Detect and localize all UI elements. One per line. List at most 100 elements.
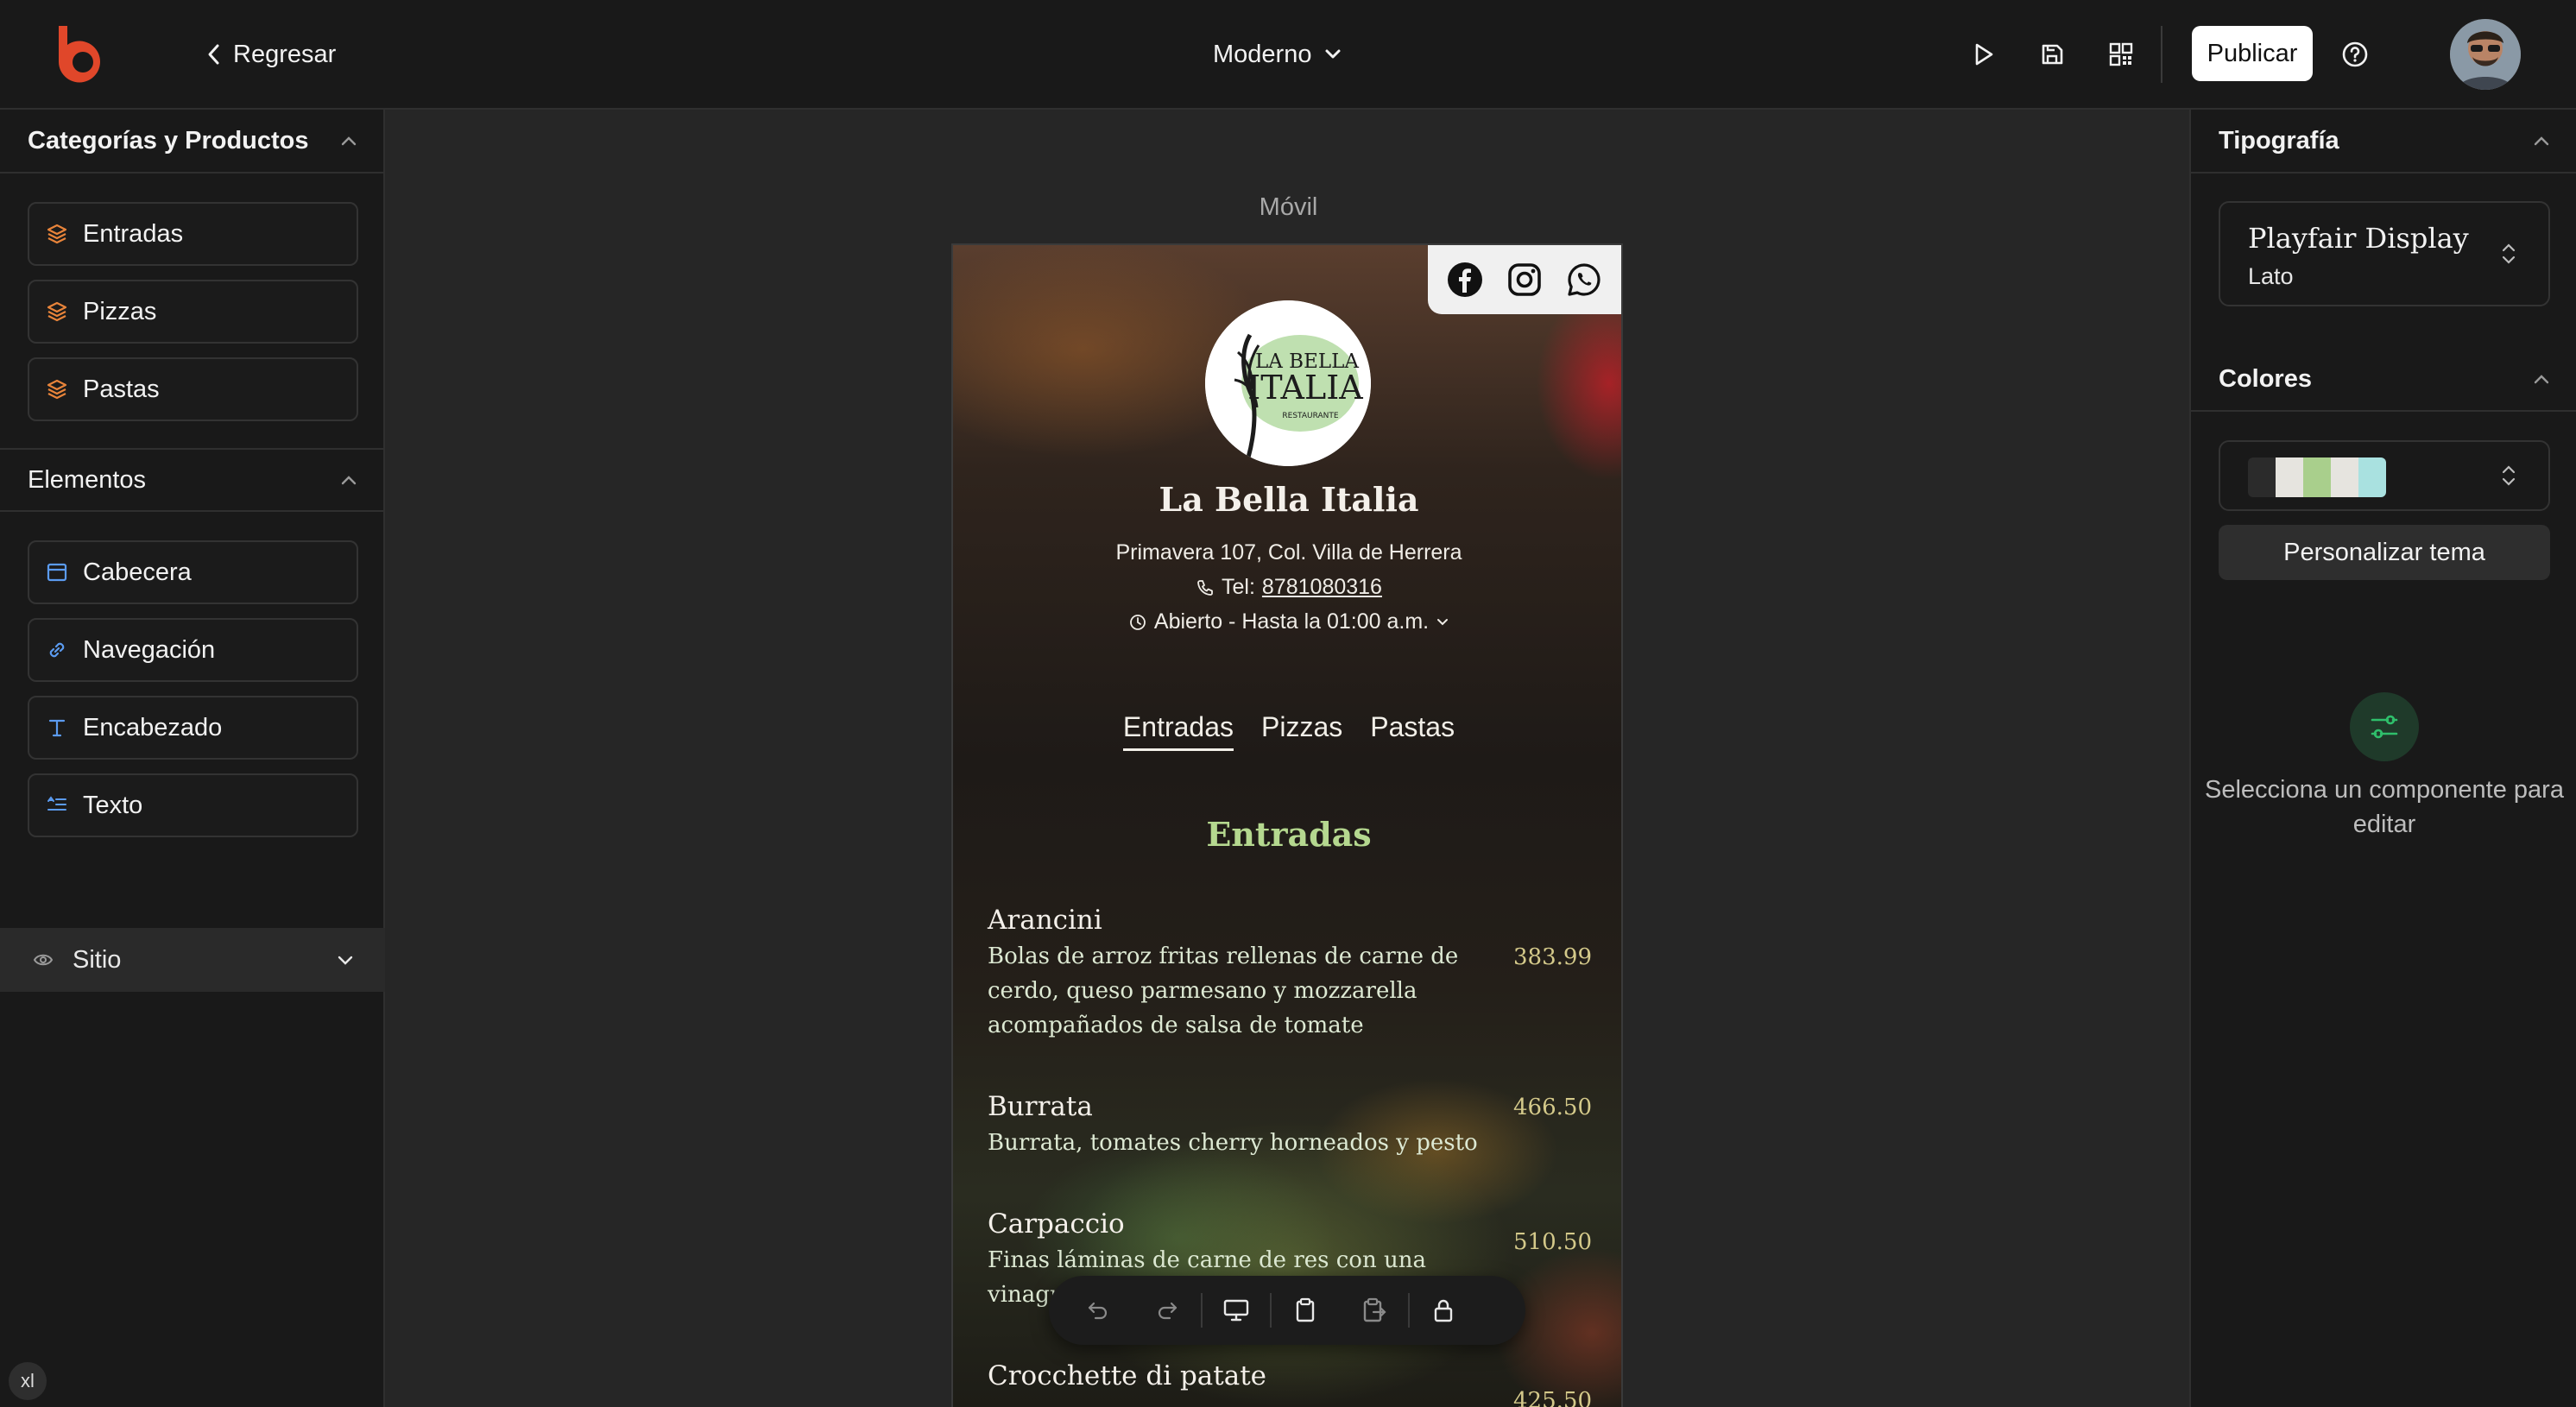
font-pair-select[interactable]: Playfair Display Lato [2219,201,2550,306]
instagram-icon[interactable] [1506,261,1544,299]
product-item[interactable]: Burrata Burrata, tomates cherry horneado… [988,1091,1592,1160]
customize-theme-button[interactable]: Personalizar tema [2219,525,2550,580]
nav-link-entradas[interactable]: Entradas [1122,711,1234,751]
save-button[interactable] [2034,36,2070,73]
product-price: 425.50 [1513,1388,1592,1407]
redo-icon [1158,1302,1178,1320]
swatch [2276,457,2303,497]
chevron-down-icon [1325,49,1341,59]
play-icon [1975,43,1993,66]
hours-text: Abierto - Hasta la 01:00 a.m. [1153,609,1430,634]
phone-prefix: Tel: [1222,575,1255,599]
toolbar-divider [1408,1293,1410,1328]
layers-icon [45,300,69,324]
element-item-texto[interactable]: Texto [28,773,358,837]
category-label: Entradas [83,219,184,248]
category-item-pastas[interactable]: Pastas [28,357,358,421]
desktop-view-button[interactable] [1215,1289,1258,1332]
toolbar-divider [1201,1293,1203,1328]
template-select[interactable]: Moderno [1213,33,1342,76]
chevron-up-icon [2534,136,2549,146]
category-item-entradas[interactable]: Entradas [28,202,358,266]
social-links [1428,245,1621,314]
avatar-photo [2450,19,2521,90]
device-label: Móvil [1259,193,1318,221]
copy-button[interactable] [1284,1289,1327,1332]
colors-title: Colores [2219,364,2312,393]
palette-swatches [2248,457,2386,497]
heading-font: Playfair Display [2248,222,2469,255]
site-section-header[interactable]: Sitio [0,928,385,992]
swatch [2248,457,2276,497]
editor-floating-toolbar [1049,1276,1525,1345]
element-item-encabezado[interactable]: Encabezado [28,696,358,760]
toolbar-divider [1270,1293,1272,1328]
empty-state-text: Selecciona un componente para editar [2205,776,2564,838]
help-button[interactable] [2337,36,2373,73]
qr-code-button[interactable] [2103,36,2139,73]
svg-text:RESTAURANTE: RESTAURANTE [1282,412,1338,420]
breakpoint-badge: xl [9,1362,47,1400]
layers-icon [45,222,69,246]
chevron-down-icon [1437,618,1449,625]
monitor-icon [1223,1299,1249,1322]
elements-section-header[interactable]: Elementos [0,448,385,512]
category-item-pizzas[interactable]: Pizzas [28,280,358,344]
product-price: 466.50 [1513,1095,1592,1120]
paste-button[interactable] [1353,1289,1396,1332]
product-item[interactable]: Arancini Bolas de arroz fritas rellenas … [988,905,1592,1043]
text-lines-icon [45,793,69,817]
restaurant-address: Primavera 107, Col. Villa de Herrera [953,540,1621,565]
opening-hours[interactable]: Abierto - Hasta la 01:00 a.m. [953,609,1621,634]
restaurant-logo[interactable]: LA BELLA ITALIA RESTAURANTE [1205,300,1371,466]
redo-button[interactable] [1146,1289,1189,1332]
site-label: Sitio [73,945,122,974]
category-nav: Entradas Pizzas Pastas [953,711,1621,751]
undo-icon [1088,1302,1108,1320]
element-item-navegacion[interactable]: Navegación [28,618,358,682]
toolbar-divider [2161,26,2162,83]
help-icon [2342,41,2368,67]
whatsapp-icon[interactable] [1565,261,1603,299]
typography-section-header[interactable]: Tipografía [2191,110,2576,174]
swatch [2358,457,2386,497]
element-label: Cabecera [83,558,192,586]
categories-section-header[interactable]: Categorías y Productos [0,110,385,174]
element-item-cabecera[interactable]: Cabecera [28,540,358,604]
color-palette-select[interactable] [2219,440,2550,511]
facebook-icon[interactable] [1446,261,1484,299]
product-name: Carpaccio [988,1208,1125,1240]
product-name: Crocchette di patate [988,1360,1267,1391]
product-item[interactable]: Crocchette di patate 425.50 [988,1360,1592,1407]
section-title: Entradas [1206,815,1372,854]
colors-section-header[interactable]: Colores [2191,348,2576,412]
undo-button[interactable] [1076,1289,1120,1332]
category-label: Pastas [83,375,160,403]
chevron-down-icon [338,956,353,965]
header-icon [45,560,69,584]
phone-icon [1197,579,1213,596]
type-icon [45,716,69,740]
mobile-preview[interactable]: LA BELLA ITALIA RESTAURANTE La Bella Ita… [951,243,1623,1407]
lock-button[interactable] [1422,1289,1465,1332]
user-avatar[interactable] [2450,19,2521,90]
back-label: Regresar [233,40,337,68]
back-button[interactable]: Regresar [205,33,336,76]
category-label: Pizzas [83,297,157,325]
right-sidebar: Tipografía Playfair Display Lato Colores… [2189,110,2576,1407]
clock-icon [1129,614,1146,630]
publish-button[interactable]: Publicar [2192,26,2313,81]
phone-link[interactable]: 8781080316 [1262,575,1382,600]
brand-logo-icon[interactable] [54,24,110,83]
typography-title: Tipografía [2219,126,2339,155]
lock-icon [1434,1299,1453,1322]
nav-link-pizzas[interactable]: Pizzas [1261,711,1342,751]
preview-play-button[interactable] [1965,36,2001,73]
clipboard-paste-icon [1363,1297,1386,1322]
chevron-up-down-icon [2502,243,2516,264]
chevron-up-icon [341,476,357,485]
sliders-icon [2350,692,2419,761]
template-name: Moderno [1213,40,1312,68]
nav-link-pastas[interactable]: Pastas [1370,711,1455,751]
product-price: 510.50 [1513,1229,1592,1255]
